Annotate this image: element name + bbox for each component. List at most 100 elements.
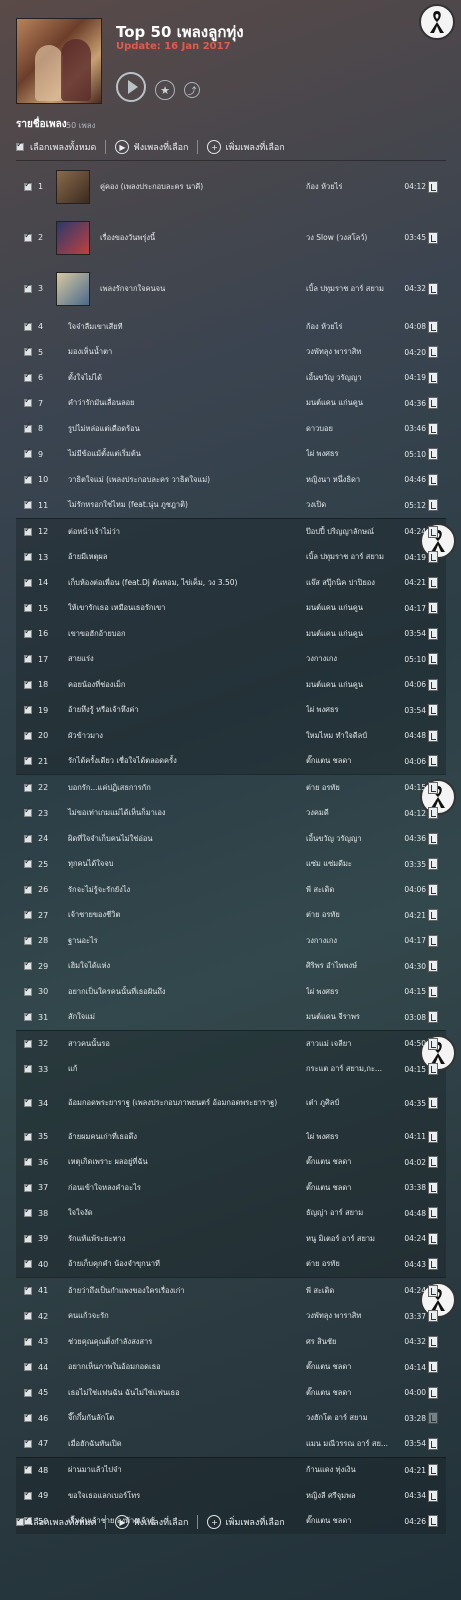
track-row[interactable]: 47 เมื่อฮักฉันทันเปิด แมน มณีวรรณ อาร์ สย.… xyxy=(16,1431,446,1457)
track-row[interactable]: 46 จึ๊กกึ๋มกันลักโต วงฮักโต อาร์ สยาม 03:28 xyxy=(16,1406,446,1432)
track-row[interactable]: 12 ต่อหน้าเจ้าไม่ว่า ป๊อปปี้ ปริญญาลักษณ์ 0… xyxy=(16,519,446,545)
add-selected-label[interactable]: เพิ่มเพลงที่เลือก xyxy=(225,1515,284,1529)
track-checkbox[interactable] xyxy=(24,601,32,613)
track-title[interactable]: อ้ายหึงรู้ หรือเจ้าหึงค่า xyxy=(68,705,302,715)
track-row[interactable]: 31 สักใจแม่ มนต์แคน จีราพร 03:08 xyxy=(16,1005,446,1031)
track-artist[interactable]: ไผ่ พงศธร xyxy=(306,1131,396,1143)
track-checkbox[interactable] xyxy=(24,320,32,331)
track-artist[interactable]: เบิ้ล ปทุมราช อาร์ สยาม xyxy=(306,283,396,295)
track-checkbox[interactable] xyxy=(24,1411,32,1423)
track-title[interactable]: รักจะไม่รู้จะรักยังไง xyxy=(68,885,302,895)
track-checkbox[interactable] xyxy=(24,627,32,638)
track-title[interactable]: อ้ายเก็บคุกคำ น้องจำขุกนาที xyxy=(68,1259,302,1269)
track-row[interactable]: 33 แก้ กระแต อาร์ สยาม,กะ... 04:15 xyxy=(16,1057,446,1083)
download-icon[interactable] xyxy=(428,448,438,461)
track-checkbox[interactable] xyxy=(24,1335,32,1346)
track-checkbox[interactable] xyxy=(24,754,32,766)
download-icon[interactable] xyxy=(428,1464,438,1477)
track-artist[interactable]: มนต์แคน จีราพร xyxy=(306,1011,396,1023)
track-artist[interactable]: ใหมไหม ทำใจดีลป์ xyxy=(306,730,396,742)
download-icon[interactable] xyxy=(428,1412,438,1425)
add-selected-label[interactable]: เพิ่มเพลงที่เลือก xyxy=(225,140,284,154)
track-checkbox[interactable] xyxy=(24,498,32,510)
track-title[interactable]: มองเห็นน้ำตา xyxy=(68,347,302,357)
track-checkbox[interactable] xyxy=(24,678,32,689)
track-title[interactable]: เมื่อฮักฉันทันเปิด xyxy=(68,1439,302,1449)
track-title[interactable]: รักแท้แพ้ระยะทาง xyxy=(68,1234,302,1244)
track-row[interactable]: 43 ช่วยคุณคุณติ่งกำลังสงสาร ศร สินชัย 04:32 xyxy=(16,1329,446,1355)
track-row[interactable]: 20 ผัวข้าวมาง ใหมไหม ทำใจดีลป์ 04:48 xyxy=(16,723,446,749)
track-row[interactable]: 35 อ้ายผมคนเก่าที่เธอดึง ไผ่ พงศธร 04:11 xyxy=(16,1124,446,1150)
track-title[interactable]: ไม่มีข้อแม้ตั้งแต่เริ่มต้น xyxy=(68,449,302,459)
track-row[interactable]: 8 รูปไม่หล่อแต่เดือดร้อน ดาวบอย 03:46 xyxy=(16,416,446,442)
track-checkbox[interactable] xyxy=(24,857,32,869)
download-icon[interactable] xyxy=(428,499,438,512)
track-title[interactable]: สายแร่ง xyxy=(68,654,302,664)
track-artist[interactable]: ไผ่ พงศธร xyxy=(306,448,396,460)
download-icon[interactable] xyxy=(428,1489,438,1502)
track-title[interactable]: ก่อนเข้าใจหลงคำอะไร xyxy=(68,1183,302,1193)
download-icon[interactable] xyxy=(428,1335,438,1348)
track-row[interactable]: 30 อยากเป็นใครคนนั้นที่เธอฝันถึง ไผ่ พงศธร… xyxy=(16,979,446,1005)
track-row[interactable]: 45 เธอไม่ใช่แฟนฉัน ฉันไม่ใช่แฟนเธอ ตั๊กแตน… xyxy=(16,1380,446,1406)
download-icon[interactable] xyxy=(428,602,438,615)
track-artist[interactable]: มนต์แคน แก่นคูน xyxy=(306,628,396,640)
track-row[interactable]: 39 รักแท้แพ้ระยะทาง หนู มิเตอร์ อาร์ สยาม 0… xyxy=(16,1226,446,1252)
download-icon[interactable] xyxy=(428,704,438,717)
download-icon[interactable] xyxy=(428,1181,438,1194)
track-checkbox[interactable] xyxy=(24,371,32,382)
download-icon[interactable] xyxy=(428,231,438,244)
play-circle-icon[interactable]: ▶ xyxy=(115,140,130,154)
track-title[interactable]: คนแก้วจะรัก xyxy=(68,1311,302,1321)
track-row[interactable]: 10 วาธิตใจแม่ (เพลงประกอบละคร วาธิตใจแม่)… xyxy=(16,467,446,493)
track-artist[interactable]: ธัญญ่า อาร์ สยาม xyxy=(306,1207,396,1219)
track-checkbox[interactable] xyxy=(24,447,32,459)
download-icon[interactable] xyxy=(428,1258,438,1271)
track-checkbox[interactable] xyxy=(24,1206,32,1218)
track-checkbox[interactable] xyxy=(24,832,32,843)
download-icon[interactable] xyxy=(428,678,438,691)
track-artist[interactable]: วงพัทลุง พาราสิท xyxy=(306,1310,396,1322)
track-row[interactable]: 48 ผ่านมาแล้วไปจ๋า ก้านแดง ทุ่งเงิน 04:21 xyxy=(16,1458,446,1484)
track-artist[interactable]: วงพัทลุง พาราสิท xyxy=(306,346,396,358)
track-artist[interactable]: หญิงนา หนึ่งธิดา xyxy=(306,474,396,486)
track-artist[interactable]: ก้อง ห้วยไร่ xyxy=(306,181,396,193)
track-checkbox[interactable] xyxy=(24,550,32,562)
track-checkbox[interactable] xyxy=(24,1386,32,1397)
track-title[interactable]: ไม่รักหรอกใช่ไหม (feat.นุ่น ภูชฎาติ) xyxy=(68,500,302,510)
track-checkbox[interactable] xyxy=(24,959,32,971)
track-artist[interactable]: แจ๊ส สปุ๊กนิค ปาปิยอง xyxy=(306,577,396,589)
select-all-label[interactable]: เลือกเพลงทั้งหมด xyxy=(30,140,96,154)
track-checkbox[interactable] xyxy=(24,345,32,357)
track-title[interactable]: คำว่ารักมันเลื่อนลอย xyxy=(68,398,302,408)
download-icon[interactable] xyxy=(428,473,438,486)
track-artist[interactable]: ก้านแดง ทุ่งเงิน xyxy=(306,1464,396,1476)
track-title[interactable]: บอกรัก...แค่ปฏิเสธการกัก xyxy=(68,783,302,793)
track-artist[interactable]: ตั๊กแตน ชลดา xyxy=(306,1156,396,1168)
play-circle-icon[interactable]: ▶ xyxy=(115,1515,130,1529)
track-artist[interactable]: วงเปิด xyxy=(306,499,396,511)
track-artist[interactable]: หญิงลี ศรีจุมพล xyxy=(306,1490,396,1502)
track-checkbox[interactable] xyxy=(24,1062,32,1074)
track-checkbox[interactable] xyxy=(24,1155,32,1167)
download-icon[interactable] xyxy=(428,346,438,359)
track-checkbox[interactable] xyxy=(24,703,32,715)
download-icon[interactable] xyxy=(428,653,438,666)
track-title[interactable]: วาธิตใจแม่ (เพลงประกอบละคร วาธิตใจแม่) xyxy=(68,475,302,485)
track-artist[interactable]: ศร สินชัย xyxy=(306,1336,396,1348)
track-artist[interactable]: ตั๊กแตน ชลดา xyxy=(306,1361,396,1373)
download-icon[interactable] xyxy=(428,1011,438,1024)
select-all-checkbox[interactable] xyxy=(16,140,24,151)
track-artist[interactable]: พี สะเดิด xyxy=(306,1285,396,1297)
download-icon[interactable] xyxy=(428,1207,438,1220)
track-checkbox[interactable] xyxy=(24,1489,32,1500)
download-icon[interactable] xyxy=(428,1310,438,1323)
track-row[interactable]: 16 เขาขอฮักอ้ายบอก มนต์แคน แก่นคูน 03:54 xyxy=(16,621,446,647)
track-row[interactable]: 26 รักจะไม่รู้จะรักยังไง พี สะเดิด 04:06 xyxy=(16,877,446,903)
track-checkbox[interactable] xyxy=(24,525,32,536)
track-title[interactable]: เธอไม่ใช่แฟนฉัน ฉันไม่ใช่แฟนเธอ xyxy=(68,1388,302,1398)
track-title[interactable]: ใจจ๋าลืมเขาเสียที xyxy=(68,322,302,332)
track-artist[interactable]: เอิ้นขวัญ วรัญญา xyxy=(306,372,396,384)
track-checkbox[interactable] xyxy=(24,1360,32,1372)
track-row[interactable]: 44 อยากเห็นภาพในอ้อมกอดเธอ ตั๊กแตน ชลดา 04:… xyxy=(16,1355,446,1381)
